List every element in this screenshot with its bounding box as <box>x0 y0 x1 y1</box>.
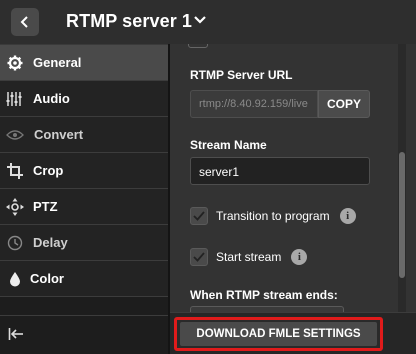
checkmark-icon <box>193 211 205 221</box>
chevron-left-icon <box>20 16 28 28</box>
sidebar-item-ptz[interactable]: PTZ <box>0 189 168 225</box>
sidebar-item-color[interactable]: Color <box>0 261 168 297</box>
chevron-down-icon[interactable] <box>193 13 207 27</box>
transition-label: Transition to program <box>216 209 330 223</box>
sidebar-item-label: Color <box>30 271 64 286</box>
panel-footer: DOWNLOAD FMLE SETTINGS <box>170 312 416 354</box>
server-url-field[interactable]: rtmp://8.40.92.159/live <box>190 90 318 118</box>
sidebar-item-label: Delay <box>33 235 68 250</box>
sidebar-item-label: General <box>33 55 82 70</box>
download-highlight: DOWNLOAD FMLE SETTINGS <box>174 317 383 351</box>
sidebar-item-label: Crop <box>33 163 64 178</box>
scrollbar-thumb[interactable] <box>399 152 405 278</box>
gear-icon <box>6 54 24 72</box>
sidebar-item-label: Convert <box>34 127 84 142</box>
back-button[interactable] <box>11 8 39 36</box>
sidebar: General Audio Convert Crop PTZ Delay Col… <box>0 44 168 354</box>
start-stream-label: Start stream <box>216 250 282 264</box>
collapse-sidebar-icon[interactable] <box>8 326 24 342</box>
copy-button[interactable]: COPY <box>318 90 370 118</box>
sidebar-item-delay[interactable]: Delay <box>0 225 168 261</box>
sidebar-footer <box>0 315 168 354</box>
settings-panel: RTMP Server URL rtmp://8.40.92.159/live … <box>170 44 416 312</box>
crop-icon <box>6 162 24 180</box>
sidebar-item-general[interactable]: General <box>0 45 168 81</box>
info-icon[interactable]: i <box>291 249 308 265</box>
eye-icon <box>6 126 24 144</box>
droplet-icon <box>6 270 24 288</box>
sidebar-item-crop[interactable]: Crop <box>0 153 168 189</box>
transition-checkbox[interactable] <box>190 207 208 225</box>
sliders-icon <box>6 90 24 108</box>
start-stream-option: Start stream i <box>190 247 308 267</box>
page-title[interactable]: RTMP server 1 <box>66 11 192 32</box>
clock-icon <box>6 234 24 252</box>
info-icon[interactable]: i <box>339 208 356 224</box>
stream-ends-label: When RTMP stream ends: <box>190 288 338 302</box>
stream-name-label: Stream Name <box>190 138 267 152</box>
sidebar-item-convert[interactable]: Convert <box>0 117 168 153</box>
transition-option: Transition to program i <box>190 206 356 226</box>
cut-off-control <box>188 44 208 48</box>
download-fmle-settings-button[interactable]: DOWNLOAD FMLE SETTINGS <box>180 322 377 346</box>
start-stream-checkbox[interactable] <box>190 248 208 266</box>
server-url-label: RTMP Server URL <box>190 68 293 82</box>
top-bar: RTMP server 1 <box>0 0 416 44</box>
checkmark-icon <box>193 252 205 262</box>
sidebar-item-label: PTZ <box>33 199 58 214</box>
stream-name-field[interactable]: server1 <box>190 157 370 185</box>
ptz-icon <box>6 198 24 216</box>
sidebar-item-label: Audio <box>33 91 70 106</box>
scrollbar[interactable] <box>398 44 406 312</box>
sidebar-item-audio[interactable]: Audio <box>0 81 168 117</box>
